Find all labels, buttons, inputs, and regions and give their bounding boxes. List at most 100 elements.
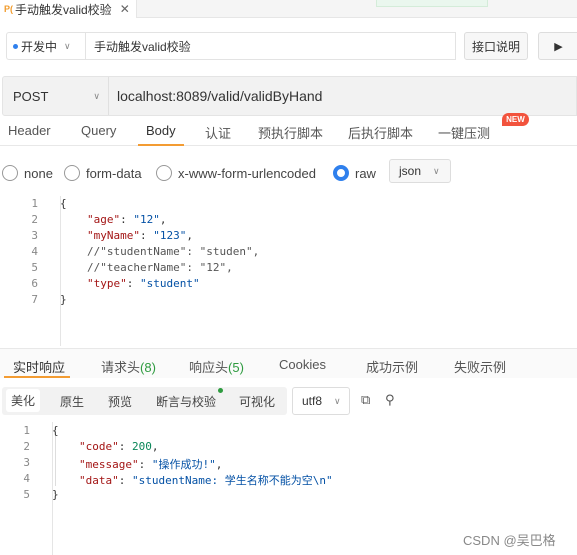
tab-auth[interactable]: 认证 — [205, 123, 231, 142]
tab-label: 请求头 — [101, 360, 141, 375]
radio-form-data[interactable]: form-data — [64, 165, 142, 181]
json-value: "studentName: 学生名称不能为空\n" — [132, 474, 333, 487]
code-line: "type": "student" — [87, 277, 200, 290]
tab-header[interactable]: Header — [8, 123, 51, 138]
watermark: CSDN @吴巴格 — [463, 533, 556, 548]
radio-circle-icon — [2, 165, 18, 181]
tab-cookies[interactable]: Cookies — [279, 357, 326, 372]
body-format-label: json — [399, 164, 422, 178]
line-number: 1 — [31, 197, 38, 210]
tab-query[interactable]: Query — [81, 123, 116, 138]
active-tab-indicator — [4, 376, 70, 378]
active-tab-indicator — [138, 144, 184, 146]
radio-circle-icon — [64, 165, 80, 181]
api-name-row: 开发中 ∨ 手动触发valid校验 接口说明 ▶ — [0, 28, 577, 64]
json-key: "type" — [87, 277, 127, 290]
run-button[interactable]: ▶ — [538, 32, 577, 60]
line-number: 5 — [31, 261, 38, 274]
encoding-select[interactable]: utf8 ∨ — [292, 387, 350, 415]
tab-label: 响应头 — [189, 360, 229, 375]
fold-guide — [55, 436, 56, 486]
code-line: } — [60, 293, 67, 306]
radio-label: form-data — [86, 165, 142, 181]
url-input[interactable]: localhost:8089/valid/validByHand — [117, 77, 322, 115]
json-key: "message" — [79, 458, 139, 471]
code-line-comment: //"studentName": "studen", — [87, 245, 260, 258]
json-value: "123" — [153, 229, 187, 242]
code-line: { — [60, 197, 67, 210]
code-line: "message": "操作成功!", — [79, 458, 223, 471]
status-dot-icon — [13, 43, 18, 49]
tab-fail-example[interactable]: 失败示例 — [454, 357, 506, 376]
code-line: "myName": "123", — [87, 229, 193, 242]
view-visualize[interactable]: 可视化 — [239, 393, 275, 410]
line-number: 7 — [31, 293, 38, 306]
view-mode-bar: 美化 原生 预览 断言与校验 可视化 — [2, 387, 287, 415]
line-number: 2 — [23, 440, 30, 453]
method-select[interactable]: POST ∨ — [3, 77, 109, 115]
editor-gutter-divider — [60, 196, 61, 346]
search-icon[interactable]: ⚲ — [385, 392, 399, 408]
json-value: "12" — [133, 213, 160, 226]
encoding-label: utf8 — [302, 394, 323, 408]
radio-label: raw — [355, 165, 376, 181]
radio-none[interactable]: none — [2, 165, 53, 181]
chevron-down-icon: ∨ — [93, 91, 100, 101]
view-preview[interactable]: 预览 — [108, 393, 132, 410]
line-number: 4 — [31, 245, 38, 258]
json-value: "student" — [140, 277, 200, 290]
line-number: 3 — [31, 229, 38, 242]
line-number: 4 — [23, 472, 30, 485]
json-key: "data" — [79, 474, 119, 487]
view-raw[interactable]: 原生 — [60, 393, 84, 410]
api-name-input[interactable]: 手动触发valid校验 — [86, 32, 456, 60]
tab-post-script[interactable]: 后执行脚本 — [348, 123, 413, 142]
tab-success-example[interactable]: 成功示例 — [366, 357, 418, 376]
line-number: 2 — [31, 213, 38, 226]
document-tab[interactable]: P( 手动触发valid校验 ✕ — [0, 0, 137, 18]
tab-realtime-response[interactable]: 实时响应 — [13, 357, 65, 376]
tab-response-headers[interactable]: 响应头(5) — [189, 357, 244, 376]
json-key: "age" — [87, 213, 121, 226]
chevron-down-icon: ∨ — [433, 165, 440, 176]
status-label: 开发中 — [21, 39, 58, 54]
radio-label: none — [24, 165, 53, 181]
tab-request-headers[interactable]: 请求头(8) — [101, 357, 156, 376]
response-tabs: 实时响应 请求头(8) 响应头(5) Cookies 成功示例 失败示例 — [0, 348, 577, 378]
api-badge-icon: P( — [4, 4, 13, 14]
status-select[interactable]: 开发中 ∨ — [6, 32, 86, 60]
code-line: "code": 200, — [79, 440, 159, 453]
tab-body[interactable]: Body — [146, 123, 176, 138]
chevron-down-icon: ∨ — [334, 395, 341, 406]
json-key: "code" — [79, 440, 119, 453]
code-line-comment: //"teacherName": "12", — [87, 261, 233, 274]
new-badge: NEW — [502, 113, 529, 126]
copy-icon[interactable]: ⧉ — [361, 392, 375, 408]
json-key: "myName" — [87, 229, 140, 242]
code-line: { — [52, 424, 59, 437]
status-dot-icon — [218, 388, 223, 393]
line-number: 6 — [31, 277, 38, 290]
tab-pre-script[interactable]: 预执行脚本 — [258, 123, 323, 142]
body-format-select[interactable]: json ∨ — [389, 159, 451, 183]
radio-raw[interactable]: raw — [333, 165, 376, 181]
body-type-row: none form-data x-www-form-urlencoded raw… — [0, 158, 577, 186]
code-line: } — [52, 488, 59, 501]
chevron-down-icon: ∨ — [64, 40, 71, 51]
line-number: 5 — [23, 488, 30, 501]
line-number: 1 — [23, 424, 30, 437]
code-line: "data": "studentName: 学生名称不能为空\n" — [79, 474, 333, 487]
close-icon[interactable]: ✕ — [120, 2, 130, 16]
document-tab-title: 手动触发valid校验 — [15, 2, 112, 17]
api-doc-button[interactable]: 接口说明 — [464, 32, 528, 60]
view-pretty[interactable]: 美化 — [6, 389, 41, 412]
notification-toast — [376, 0, 488, 7]
play-icon: ▶ — [554, 40, 563, 53]
radio-label: x-www-form-urlencoded — [178, 165, 316, 181]
request-body-editor[interactable]: 1 2 3 4 5 6 7 { "age": "12", "myName": "… — [0, 196, 577, 346]
tab-load-test[interactable]: 一键压测 — [438, 123, 490, 142]
json-value: 200 — [132, 440, 152, 453]
radio-urlencoded[interactable]: x-www-form-urlencoded — [156, 165, 316, 181]
view-assertions[interactable]: 断言与校验 — [156, 393, 216, 410]
count-badge: (8) — [140, 360, 156, 375]
